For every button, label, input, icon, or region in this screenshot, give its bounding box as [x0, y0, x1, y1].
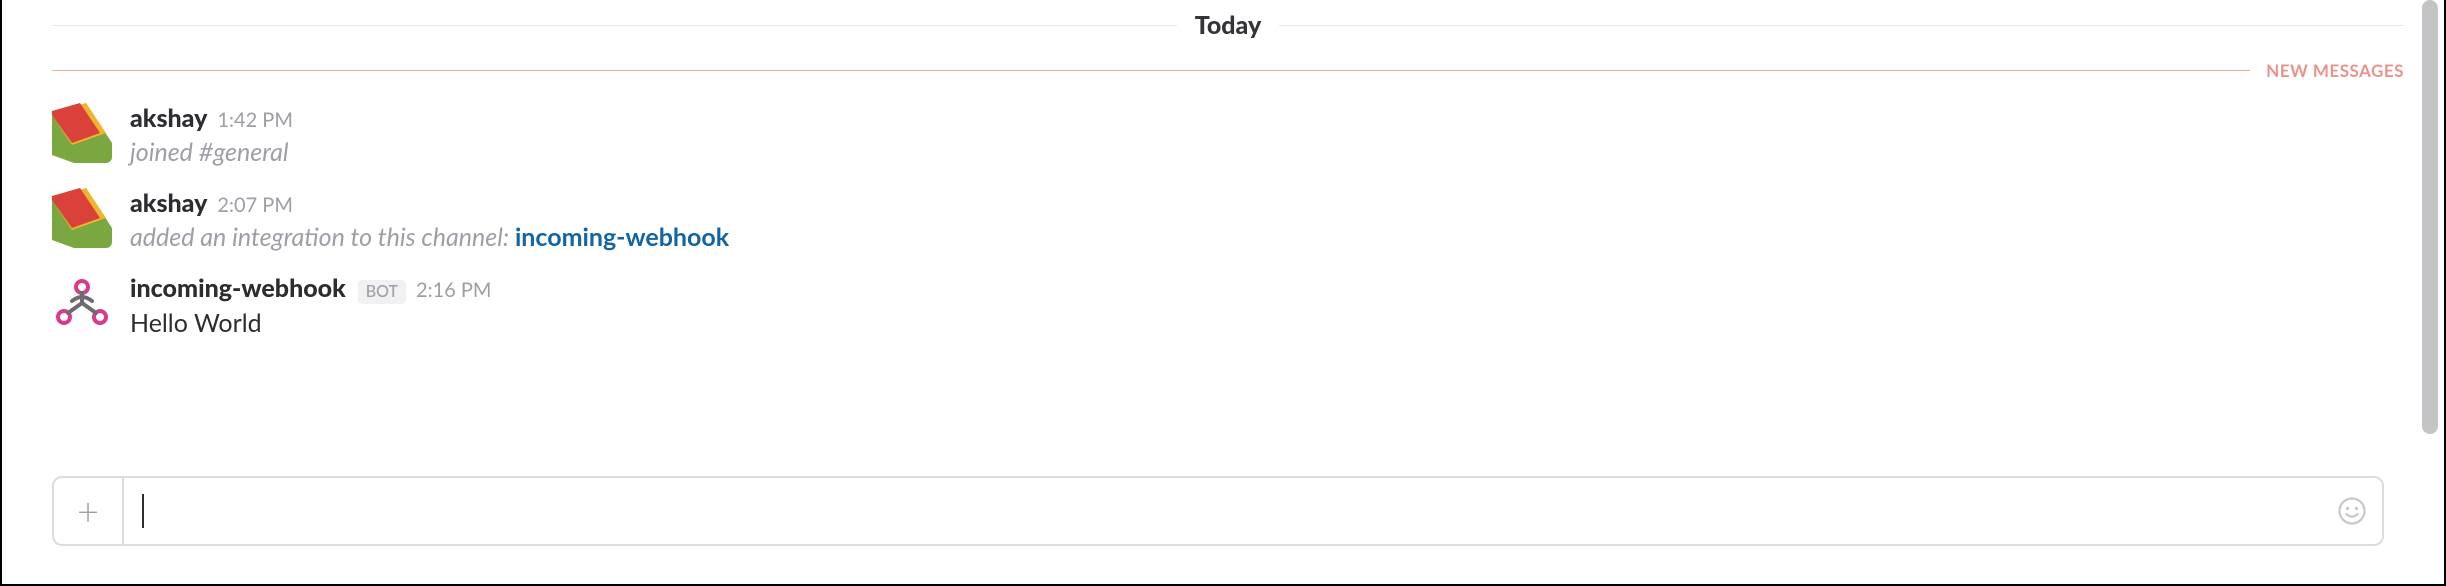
message-time[interactable]: 1:42 PM [217, 108, 293, 132]
new-messages-label: NEW MESSAGES [2250, 60, 2404, 81]
divider-line [52, 25, 1177, 26]
plus-icon: + [77, 488, 99, 534]
system-text: added an integration to this channel: [130, 222, 515, 252]
smile-icon [2337, 496, 2367, 526]
message-input[interactable] [124, 478, 2322, 544]
user-avatar[interactable] [52, 188, 112, 248]
message-author[interactable]: akshay [130, 188, 207, 218]
message-header: incoming-webhook BOT 2:16 PM [130, 273, 2404, 304]
message-row[interactable]: incoming-webhook BOT 2:16 PM Hello World [52, 273, 2404, 341]
integration-link[interactable]: incoming-webhook [515, 222, 729, 252]
day-label: Today [1177, 10, 1280, 40]
message-body: akshay 1:42 PM joined #general [130, 103, 2404, 170]
message-author[interactable]: akshay [130, 103, 207, 133]
text-cursor [142, 494, 144, 528]
composer-box: + [52, 476, 2384, 546]
message-row[interactable]: akshay 1:42 PM joined #general [52, 103, 2404, 170]
system-text: joined [130, 137, 199, 167]
message-time[interactable]: 2:07 PM [217, 193, 293, 217]
day-divider: Today [52, 0, 2404, 40]
scrollbar-thumb[interactable] [2422, 0, 2438, 434]
attach-button[interactable]: + [54, 478, 124, 544]
message-header: akshay 2:07 PM [130, 188, 2404, 218]
message-header: akshay 1:42 PM [130, 103, 2404, 133]
message-pane: Today NEW MESSAGES akshay 1:42 [2, 0, 2444, 584]
user-avatar[interactable] [52, 103, 112, 163]
message-author[interactable]: incoming-webhook [130, 273, 346, 303]
message-text: joined #general [130, 135, 2404, 170]
message-row[interactable]: akshay 2:07 PM added an integration to t… [52, 188, 2404, 255]
divider-line [1279, 25, 2404, 26]
message-time[interactable]: 2:16 PM [416, 278, 492, 302]
channel-mention: #general [199, 137, 289, 167]
bot-badge: BOT [358, 280, 406, 304]
message-body: akshay 2:07 PM added an integration to t… [130, 188, 2404, 255]
message-text: added an integration to this channel: in… [130, 220, 2404, 255]
bot-avatar[interactable] [52, 273, 112, 333]
new-messages-divider: NEW MESSAGES [52, 60, 2404, 81]
message-text: Hello World [130, 306, 2404, 341]
window-frame: Today NEW MESSAGES akshay 1:42 [0, 0, 2446, 586]
scrollbar[interactable] [2419, 0, 2441, 434]
emoji-button[interactable] [2322, 478, 2382, 544]
message-body: incoming-webhook BOT 2:16 PM Hello World [130, 273, 2404, 341]
divider-line [52, 70, 2250, 71]
composer: + [52, 476, 2384, 546]
